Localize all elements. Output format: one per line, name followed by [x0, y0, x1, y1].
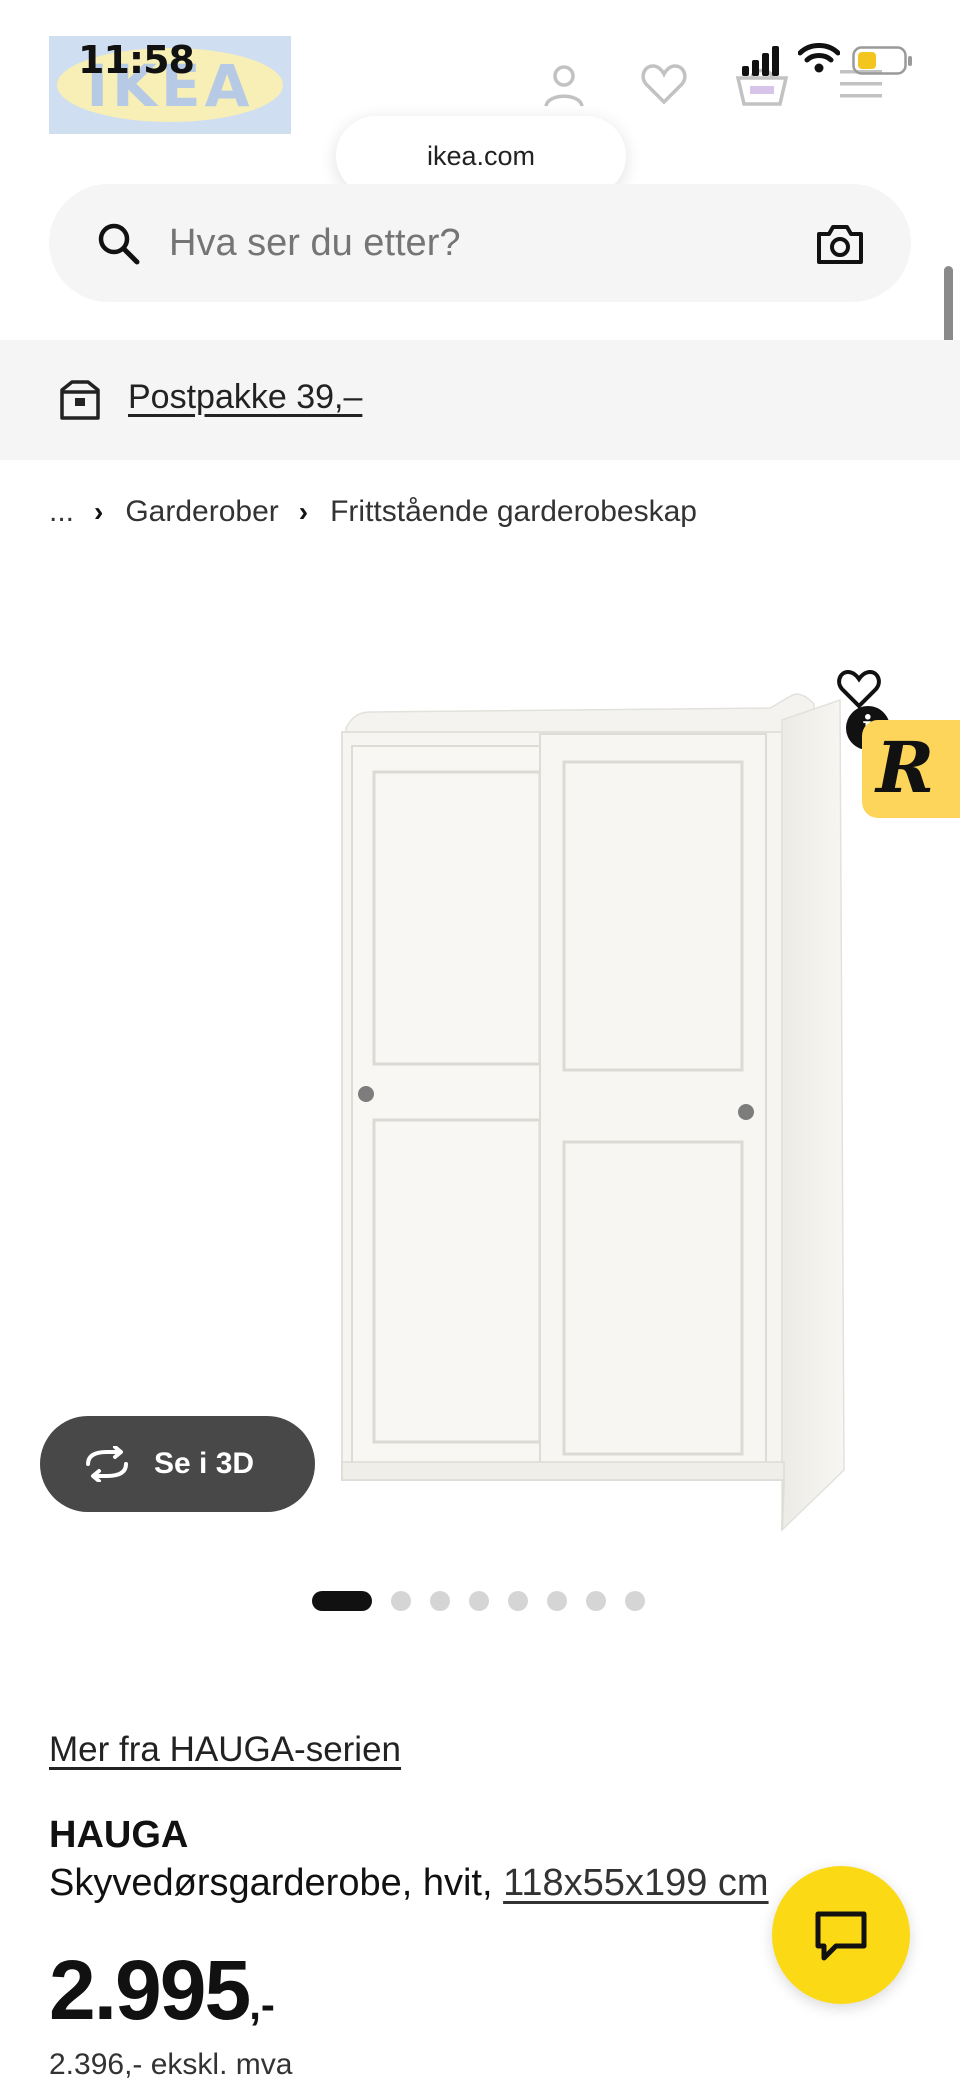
- breadcrumb-item-frittstaende[interactable]: Frittstående garderobeskap: [330, 495, 697, 529]
- user-icon[interactable]: [540, 62, 588, 110]
- delivery-banner: Postpakke 39,–: [0, 340, 960, 460]
- product-size-link[interactable]: 118x55x199 cm: [503, 1862, 768, 1904]
- pagination-dot[interactable]: [469, 1591, 489, 1611]
- product-description-text: Skyvedørsgarderobe, hvit,: [49, 1862, 504, 1904]
- pagination-dot[interactable]: [508, 1591, 528, 1611]
- add-to-favourites-icon[interactable]: [836, 668, 882, 710]
- price-suffix: ,-: [249, 1981, 275, 2028]
- pagination-dot[interactable]: [430, 1591, 450, 1611]
- price-main: 2.995: [49, 1943, 251, 2037]
- rotate-3d-icon: [86, 1446, 128, 1482]
- series-link[interactable]: Mer fra HAUGA-serien: [49, 1730, 401, 1770]
- status-time: 11:58: [78, 38, 195, 82]
- chevron-right-icon: ›: [298, 496, 309, 527]
- camera-icon[interactable]: [815, 222, 865, 266]
- search-bar[interactable]: [49, 184, 911, 302]
- product-price: 2.995,-: [49, 1942, 275, 2039]
- badge-letter: R: [876, 726, 935, 809]
- delivery-link[interactable]: Postpakke 39,–: [128, 340, 362, 454]
- breadcrumb: ... › Garderober › Frittstående garderob…: [49, 490, 697, 534]
- product-name: HAUGA: [49, 1814, 189, 1856]
- pagination-dot[interactable]: [586, 1591, 606, 1611]
- price-ex-vat: 2.396,- ekskl. mva: [49, 2048, 293, 2078]
- view-3d-button[interactable]: Se i 3D: [40, 1416, 315, 1512]
- pagination-dot[interactable]: [391, 1591, 411, 1611]
- signal-icon: [742, 46, 779, 76]
- heart-icon[interactable]: [640, 62, 688, 106]
- search-input[interactable]: [169, 184, 809, 302]
- search-icon: [98, 223, 140, 265]
- breadcrumb-item-garderober[interactable]: Garderober: [125, 495, 278, 529]
- chevron-right-icon: ›: [94, 496, 104, 527]
- pagination-dot[interactable]: [625, 1591, 645, 1611]
- image-pagination: [312, 1590, 664, 1612]
- pagination-dot[interactable]: [547, 1591, 567, 1611]
- battery-icon: [852, 46, 912, 75]
- product-image[interactable]: [330, 680, 850, 1540]
- chat-icon: [815, 1911, 867, 1961]
- parcel-icon: [60, 380, 100, 420]
- site-header: IKEA 11:58 ikea.com: [0, 0, 960, 205]
- pagination-dot[interactable]: [312, 1591, 372, 1611]
- product-description: Skyvedørsgarderobe, hvit, 118x55x199 cm: [49, 1862, 769, 1905]
- wifi-icon: [798, 43, 840, 73]
- chat-button[interactable]: [772, 1866, 910, 2004]
- extension-badge[interactable]: R: [862, 720, 960, 818]
- view-3d-label: Se i 3D: [154, 1447, 255, 1480]
- breadcrumb-ellipsis[interactable]: ...: [49, 495, 74, 529]
